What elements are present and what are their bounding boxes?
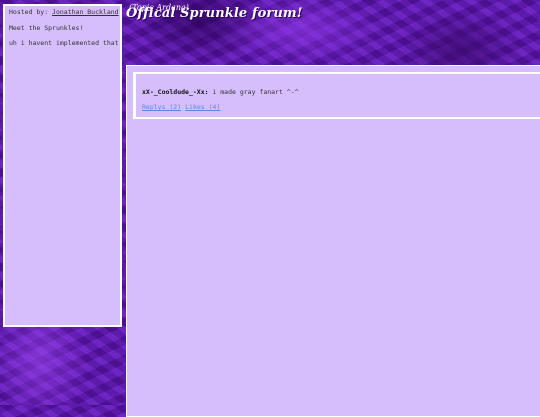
post-author: xX-_Cooldude_-Xx: (142, 88, 209, 96)
meet-sprunkles-text: Meet the Sprunkles! (9, 23, 84, 32)
post-text: xX-_Cooldude_-Xx: i made gray fanart ^-^ (142, 88, 299, 96)
host-link[interactable]: Jonathan Buckland (52, 8, 119, 16)
post-actions: Replys (2) Likes (4) (142, 103, 224, 111)
hosted-by-label: Hosted by: (9, 8, 53, 16)
post-message: i made gray fanart ^-^ (208, 88, 299, 96)
forum-post: xX-_Cooldude_-Xx: i made gray fanart ^-^… (133, 72, 540, 119)
replies-link[interactable]: Replys (2) (142, 103, 181, 111)
topic-subtitle: (Topic Ardana) (129, 3, 189, 12)
forum-header: (Topic Ardana) Offical Sprunkle forum! (126, 3, 303, 21)
sidebar-panel: Hosted by: Jonathan Buckland Meet the Sp… (3, 4, 122, 327)
main-content: xX-_Cooldude_-Xx: i made gray fanart ^-^… (126, 65, 540, 417)
not-implemented-note: uh i havent implemented that (9, 39, 119, 47)
likes-link[interactable]: Likes (4) (185, 103, 220, 111)
host-info: Hosted by: Jonathan Buckland (9, 8, 120, 17)
